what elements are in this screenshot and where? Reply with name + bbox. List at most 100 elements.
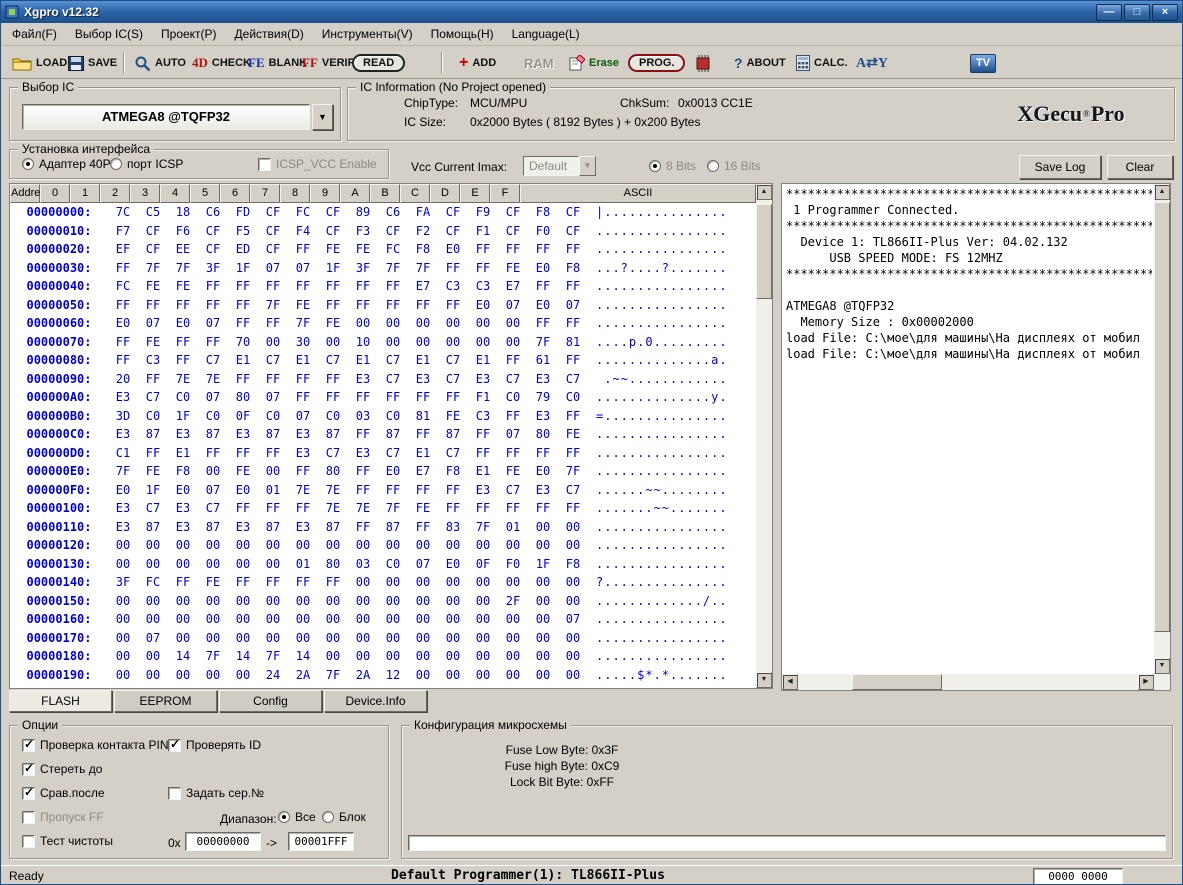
- hex-byte[interactable]: 00: [198, 536, 228, 555]
- hex-byte[interactable]: 00: [228, 666, 258, 685]
- hex-byte[interactable]: 07: [498, 425, 528, 444]
- icsp-port-radio[interactable]: порт ICSP: [110, 157, 183, 171]
- hex-byte[interactable]: FF: [258, 277, 288, 296]
- hex-byte[interactable]: 07: [408, 555, 438, 574]
- hex-byte[interactable]: FA: [408, 203, 438, 222]
- hex-byte[interactable]: FF: [498, 499, 528, 518]
- menu-item[interactable]: Действия(D): [226, 23, 313, 45]
- radio-icon[interactable]: [110, 158, 122, 170]
- hex-byte[interactable]: E3: [288, 425, 318, 444]
- hex-byte[interactable]: C6: [378, 203, 408, 222]
- hex-byte[interactable]: CF: [138, 222, 168, 241]
- hex-byte[interactable]: FF: [168, 296, 198, 315]
- hex-byte[interactable]: C7: [378, 444, 408, 463]
- hex-byte[interactable]: 7E: [318, 481, 348, 500]
- hex-byte[interactable]: 00: [198, 610, 228, 629]
- address-from-input[interactable]: [185, 832, 261, 851]
- radio-icon[interactable]: [322, 811, 334, 823]
- hex-byte[interactable]: FF: [288, 388, 318, 407]
- hex-byte[interactable]: 00: [108, 592, 138, 611]
- hex-byte[interactable]: E3: [468, 481, 498, 500]
- hex-byte[interactable]: E3: [528, 370, 558, 389]
- icsp-vcc-checkbox[interactable]: ICSP_VCC Enable: [258, 157, 377, 171]
- hex-byte[interactable]: 7F: [318, 666, 348, 685]
- hex-byte[interactable]: E3: [228, 425, 258, 444]
- hex-byte[interactable]: FF: [318, 370, 348, 389]
- hex-byte[interactable]: 61: [528, 351, 558, 370]
- hex-byte[interactable]: FF: [138, 370, 168, 389]
- hex-byte[interactable]: E3: [108, 388, 138, 407]
- hex-byte[interactable]: FE: [348, 240, 378, 259]
- hex-byte[interactable]: FF: [528, 240, 558, 259]
- checkbox-icon[interactable]: [168, 739, 181, 752]
- hex-byte[interactable]: 00: [438, 610, 468, 629]
- hex-byte[interactable]: FF: [498, 240, 528, 259]
- hex-byte[interactable]: C8: [438, 684, 468, 688]
- hex-byte[interactable]: F1: [468, 222, 498, 241]
- buffer-tab[interactable]: EEPROM: [114, 690, 217, 712]
- hex-byte[interactable]: 87: [438, 425, 468, 444]
- verify-after-checkbox[interactable]: Срав.после: [22, 786, 105, 800]
- hex-byte[interactable]: 87: [198, 518, 228, 537]
- byte-swap-button[interactable]: A⇄Y: [853, 50, 891, 76]
- hex-byte[interactable]: CF: [318, 203, 348, 222]
- hex-byte[interactable]: 83: [438, 518, 468, 537]
- hex-byte[interactable]: 87: [138, 518, 168, 537]
- hex-byte[interactable]: FF: [138, 444, 168, 463]
- hex-byte[interactable]: FF: [348, 296, 378, 315]
- hex-byte[interactable]: 00: [528, 666, 558, 685]
- hex-byte[interactable]: 81: [558, 333, 588, 352]
- hex-byte[interactable]: FF: [348, 277, 378, 296]
- clear-button[interactable]: Clear: [1107, 155, 1173, 179]
- skip-ff-checkbox[interactable]: Пропуск FF: [22, 810, 104, 824]
- hex-byte[interactable]: 00: [378, 333, 408, 352]
- hex-byte[interactable]: 1F: [138, 481, 168, 500]
- hex-byte[interactable]: F8: [408, 240, 438, 259]
- hex-byte[interactable]: 14: [168, 647, 198, 666]
- hex-byte[interactable]: FF: [378, 296, 408, 315]
- hex-byte[interactable]: 00: [378, 592, 408, 611]
- hex-byte[interactable]: F0: [498, 555, 528, 574]
- address-to-input[interactable]: [288, 832, 354, 851]
- hex-byte[interactable]: FF: [228, 277, 258, 296]
- hex-byte[interactable]: FE: [138, 462, 168, 481]
- hex-byte[interactable]: 00: [198, 592, 228, 611]
- hex-byte[interactable]: 80: [318, 555, 348, 574]
- hex-byte[interactable]: 87: [258, 518, 288, 537]
- hex-byte[interactable]: 89: [348, 203, 378, 222]
- scroll-thumb[interactable]: [852, 674, 942, 690]
- menu-item[interactable]: Инструменты(V): [313, 23, 422, 45]
- hex-byte[interactable]: C7: [198, 499, 228, 518]
- hex-byte[interactable]: E1: [348, 351, 378, 370]
- hex-byte[interactable]: 07: [198, 388, 228, 407]
- hex-byte[interactable]: FF: [318, 277, 348, 296]
- hex-byte[interactable]: E3: [108, 425, 138, 444]
- hex-byte[interactable]: 00: [438, 647, 468, 666]
- hex-byte[interactable]: FE: [138, 277, 168, 296]
- hex-byte[interactable]: E1: [408, 351, 438, 370]
- log-vertical-scrollbar[interactable]: ▲ ▼: [1154, 184, 1170, 690]
- hex-byte[interactable]: 00: [318, 333, 348, 352]
- hex-byte[interactable]: FF: [198, 444, 228, 463]
- ram-button[interactable]: RAM: [521, 50, 557, 76]
- hex-byte[interactable]: 00: [378, 314, 408, 333]
- hex-byte[interactable]: 00: [258, 610, 288, 629]
- hex-byte[interactable]: 14: [288, 647, 318, 666]
- hex-byte[interactable]: 07: [498, 296, 528, 315]
- hex-byte[interactable]: 00: [408, 333, 438, 352]
- hex-byte[interactable]: 87: [318, 518, 348, 537]
- hex-byte[interactable]: 00: [378, 536, 408, 555]
- hex-byte[interactable]: 00: [348, 536, 378, 555]
- hex-byte[interactable]: 00: [258, 684, 288, 688]
- hex-byte[interactable]: E7: [408, 277, 438, 296]
- hex-byte[interactable]: 00: [318, 592, 348, 611]
- hex-byte[interactable]: FD: [228, 203, 258, 222]
- hex-byte[interactable]: 00: [138, 536, 168, 555]
- hex-byte[interactable]: 00: [408, 536, 438, 555]
- hex-byte[interactable]: 80: [318, 462, 348, 481]
- hex-byte[interactable]: 00: [138, 647, 168, 666]
- check-id-checkbox[interactable]: Проверять ID: [168, 738, 261, 752]
- hex-byte[interactable]: E3: [288, 518, 318, 537]
- hex-byte[interactable]: 00: [378, 610, 408, 629]
- hex-byte[interactable]: 00: [288, 610, 318, 629]
